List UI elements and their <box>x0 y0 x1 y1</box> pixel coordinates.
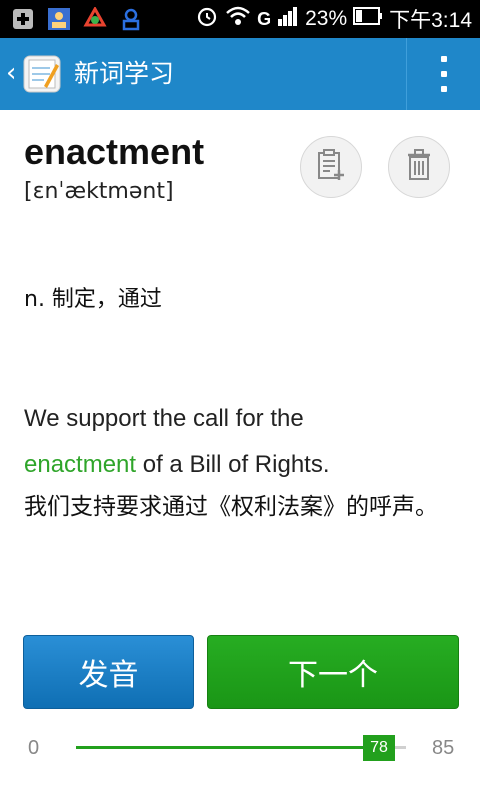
progress-min: 0 <box>28 737 40 759</box>
example-highlight: enactment <box>24 451 137 478</box>
person-tag-icon <box>118 6 144 32</box>
network-type: G <box>257 8 272 29</box>
back-button[interactable]: ‹ <box>6 58 16 88</box>
word-definition: n. 制定，通过 <box>24 287 162 312</box>
action-bar-divider <box>406 38 407 110</box>
example-text-before: We support the call for the <box>24 405 304 432</box>
battery-level: 23% <box>305 7 348 30</box>
status-bar: G 23% 下午3:14 <box>0 0 480 38</box>
contacts-icon <box>46 6 72 32</box>
progress-thumb[interactable]: 78 <box>363 735 395 761</box>
recycle-icon <box>82 6 108 32</box>
example-sentence: We support the call for the enactment of… <box>24 396 464 488</box>
progress-max: 85 <box>432 737 455 759</box>
add-note-icon <box>316 149 346 185</box>
page-title: 新词学习 <box>74 59 175 88</box>
battery-icon <box>353 6 383 32</box>
trash-icon <box>406 149 432 185</box>
app-icon[interactable] <box>22 54 62 94</box>
progress-track[interactable] <box>76 746 406 749</box>
progress-fill <box>76 746 379 749</box>
example-text-after: of a Bill of Rights. <box>142 451 330 478</box>
signal-icon <box>277 5 299 33</box>
word-phonetic: [ɛnˈæktmənt] <box>24 179 174 204</box>
example-translation: 我们支持要求通过《权利法案》的呼声。 <box>24 494 438 520</box>
alarm-icon <box>195 4 219 34</box>
plus-icon <box>10 6 36 32</box>
clock: 下午3:14 <box>389 9 472 32</box>
delete-button[interactable] <box>388 136 450 198</box>
next-button[interactable]: 下一个 <box>207 635 459 709</box>
overflow-menu-icon[interactable] <box>430 56 458 92</box>
wifi-icon <box>225 5 251 33</box>
pronounce-button[interactable]: 发音 <box>23 635 194 709</box>
action-bar: ‹ 新词学习 <box>0 38 480 110</box>
add-note-button[interactable] <box>300 136 362 198</box>
word-title: enactment <box>24 131 205 172</box>
